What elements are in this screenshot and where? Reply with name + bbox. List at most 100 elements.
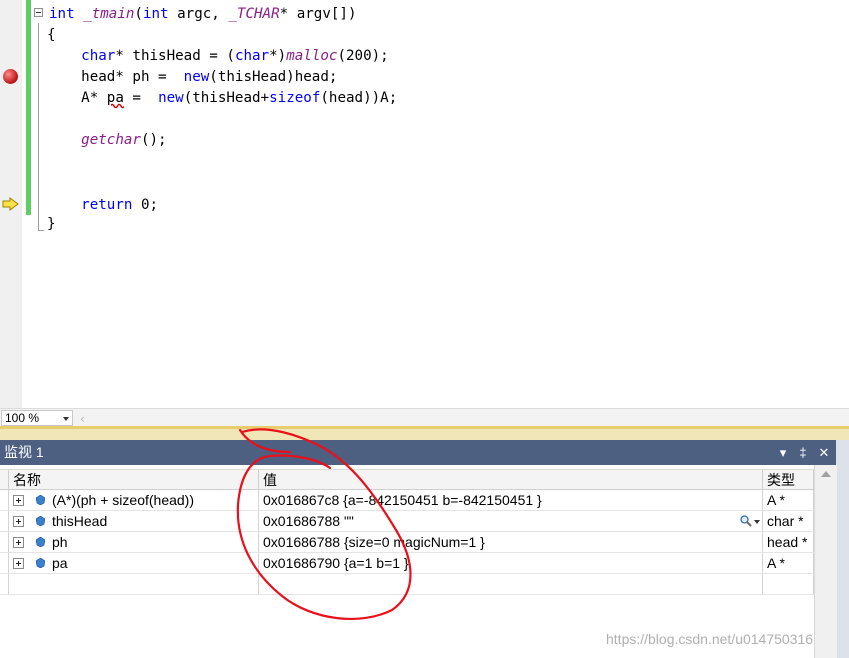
- variable-icon: [36, 495, 45, 505]
- zoom-dropdown[interactable]: 100 %: [1, 410, 73, 426]
- code-token: (thisHead+: [183, 90, 270, 106]
- table-row-empty[interactable]: [0, 574, 814, 595]
- code-line[interactable]: {: [47, 25, 56, 45]
- watch-type: head *: [767, 534, 808, 550]
- zoom-value: 100 %: [5, 411, 40, 425]
- code-token: (thisHead)head;: [209, 69, 338, 85]
- code-line[interactable]: head* ph = new(thisHead)head;: [47, 67, 337, 87]
- empty-value-cell: [259, 574, 763, 594]
- watch-value-cell[interactable]: 0x01686788 {size=0 magicNum=1 }: [259, 532, 763, 552]
- watch-grid-header: 名称 值 类型: [0, 469, 814, 490]
- outline-collapse-icon[interactable]: [34, 8, 43, 17]
- table-row[interactable]: (A*)(ph + sizeof(head)) 0x016867c8 {a=-84…: [0, 490, 814, 511]
- code-token: char: [47, 48, 116, 64]
- watch-name: (A*)(ph + sizeof(head)): [52, 492, 195, 508]
- visualizer-dropdown-icon[interactable]: [754, 520, 760, 524]
- code-token: pa: [106, 90, 124, 106]
- code-token: return: [81, 197, 133, 213]
- watch-name-cell[interactable]: thisHead: [8, 511, 259, 531]
- watch-panel: 监视 1 ▾ ‡ ✕ 名称 值 类型 (A*)(ph + sizeof(head…: [0, 440, 849, 658]
- code-token: int: [49, 6, 75, 22]
- column-header-type[interactable]: 类型: [763, 470, 814, 490]
- code-token: argc,: [168, 6, 229, 22]
- code-token: A*: [47, 90, 107, 106]
- change-tracking-bar: [26, 0, 31, 215]
- current-statement-arrow-icon: [2, 197, 19, 211]
- watermark: https://blog.csdn.net/u014750316: [606, 631, 814, 647]
- code-token: head* ph =: [47, 69, 184, 85]
- pin-icon[interactable]: ‡: [795, 440, 811, 465]
- watch-panel-titlebar[interactable]: 监视 1 ▾ ‡ ✕: [0, 440, 836, 465]
- breakpoint-icon[interactable]: [3, 69, 18, 84]
- table-row[interactable]: pa 0x01686790 {a=1 b=1 } A *: [0, 553, 814, 574]
- code-token: (head))A;: [320, 90, 398, 106]
- code-token: char: [234, 48, 270, 64]
- code-token: 0;: [132, 197, 159, 213]
- code-token: *): [269, 48, 287, 64]
- empty-name-cell[interactable]: [8, 574, 259, 594]
- watch-name: thisHead: [52, 513, 108, 529]
- code-token: getchar: [81, 132, 141, 148]
- code-line[interactable]: return 0;: [47, 195, 158, 215]
- watch-name: ph: [52, 534, 68, 550]
- vertical-scrollbar[interactable]: [814, 465, 837, 658]
- watch-value: 0x01686788 "": [263, 513, 354, 529]
- expand-icon[interactable]: [13, 516, 24, 527]
- chevron-down-icon: [63, 417, 69, 421]
- watch-value: 0x016867c8 {a=-842150451 b=-842150451 }: [263, 492, 542, 508]
- text-visualizer-magnifier-icon[interactable]: [739, 514, 753, 528]
- column-header-name[interactable]: 名称: [8, 470, 259, 490]
- code-token: (200);: [337, 48, 389, 64]
- watch-type-cell: char *: [763, 511, 814, 531]
- watch-name: pa: [52, 555, 68, 571]
- panel-splitter[interactable]: [0, 426, 849, 440]
- code-token: malloc: [286, 48, 338, 64]
- outline-guide-end: [38, 230, 44, 231]
- watch-value-cell[interactable]: 0x01686788 "": [259, 511, 763, 531]
- scroll-left-icon[interactable]: ‹: [80, 412, 85, 426]
- code-line[interactable]: getchar();: [47, 130, 167, 150]
- editor-bottom-bar: 100 % ‹: [0, 408, 849, 427]
- close-icon[interactable]: ✕: [816, 440, 832, 465]
- empty-type-cell: [763, 574, 814, 594]
- code-editor[interactable]: int _tmain(int argc, _TCHAR* argv[]) { ch…: [0, 0, 849, 408]
- watch-panel-title: 监视 1: [4, 444, 44, 460]
- code-line[interactable]: char* thisHead = (char*)malloc(200);: [47, 46, 389, 66]
- watch-value: 0x01686790 {a=1 b=1 }: [263, 555, 409, 571]
- scroll-up-icon[interactable]: [821, 471, 831, 477]
- watch-type: A *: [767, 555, 785, 571]
- expand-icon[interactable]: [13, 558, 24, 569]
- watch-name-cell[interactable]: (A*)(ph + sizeof(head)): [8, 490, 259, 510]
- watch-type: A *: [767, 492, 785, 508]
- code-token: * argv[]): [279, 6, 357, 22]
- code-token: new: [158, 90, 184, 106]
- code-line[interactable]: }: [47, 214, 56, 234]
- code-line[interactable]: int _tmain(int argc, _TCHAR* argv[]): [49, 4, 357, 24]
- code-token: * thisHead = (: [115, 48, 235, 64]
- watch-grid[interactable]: 名称 值 类型 (A*)(ph + sizeof(head)) 0x016867c…: [0, 465, 814, 658]
- table-row[interactable]: ph 0x01686788 {size=0 magicNum=1 } head *: [0, 532, 814, 553]
- expand-icon[interactable]: [13, 537, 24, 548]
- code-token: {: [47, 27, 56, 43]
- code-line[interactable]: A* pa = new(thisHead+sizeof(head))A;: [47, 88, 397, 108]
- code-token: =: [123, 90, 159, 106]
- window-position-dropdown-icon[interactable]: ▾: [775, 440, 791, 465]
- watch-type-cell: A *: [763, 490, 814, 510]
- watch-value-cell[interactable]: 0x01686790 {a=1 b=1 }: [259, 553, 763, 573]
- outline-guide: [38, 23, 39, 231]
- code-token: int: [142, 6, 169, 22]
- code-token: ();: [140, 132, 167, 148]
- watch-type-cell: head *: [763, 532, 814, 552]
- table-row[interactable]: thisHead 0x01686788 "" char *: [0, 511, 814, 532]
- code-token: new: [183, 69, 210, 85]
- expand-icon[interactable]: [13, 495, 24, 506]
- column-header-value[interactable]: 值: [259, 470, 763, 490]
- code-token: (: [134, 6, 143, 22]
- watch-name-cell[interactable]: pa: [8, 553, 259, 573]
- watch-value-cell[interactable]: 0x016867c8 {a=-842150451 b=-842150451 }: [259, 490, 763, 510]
- watch-name-cell[interactable]: ph: [8, 532, 259, 552]
- variable-icon: [36, 516, 45, 526]
